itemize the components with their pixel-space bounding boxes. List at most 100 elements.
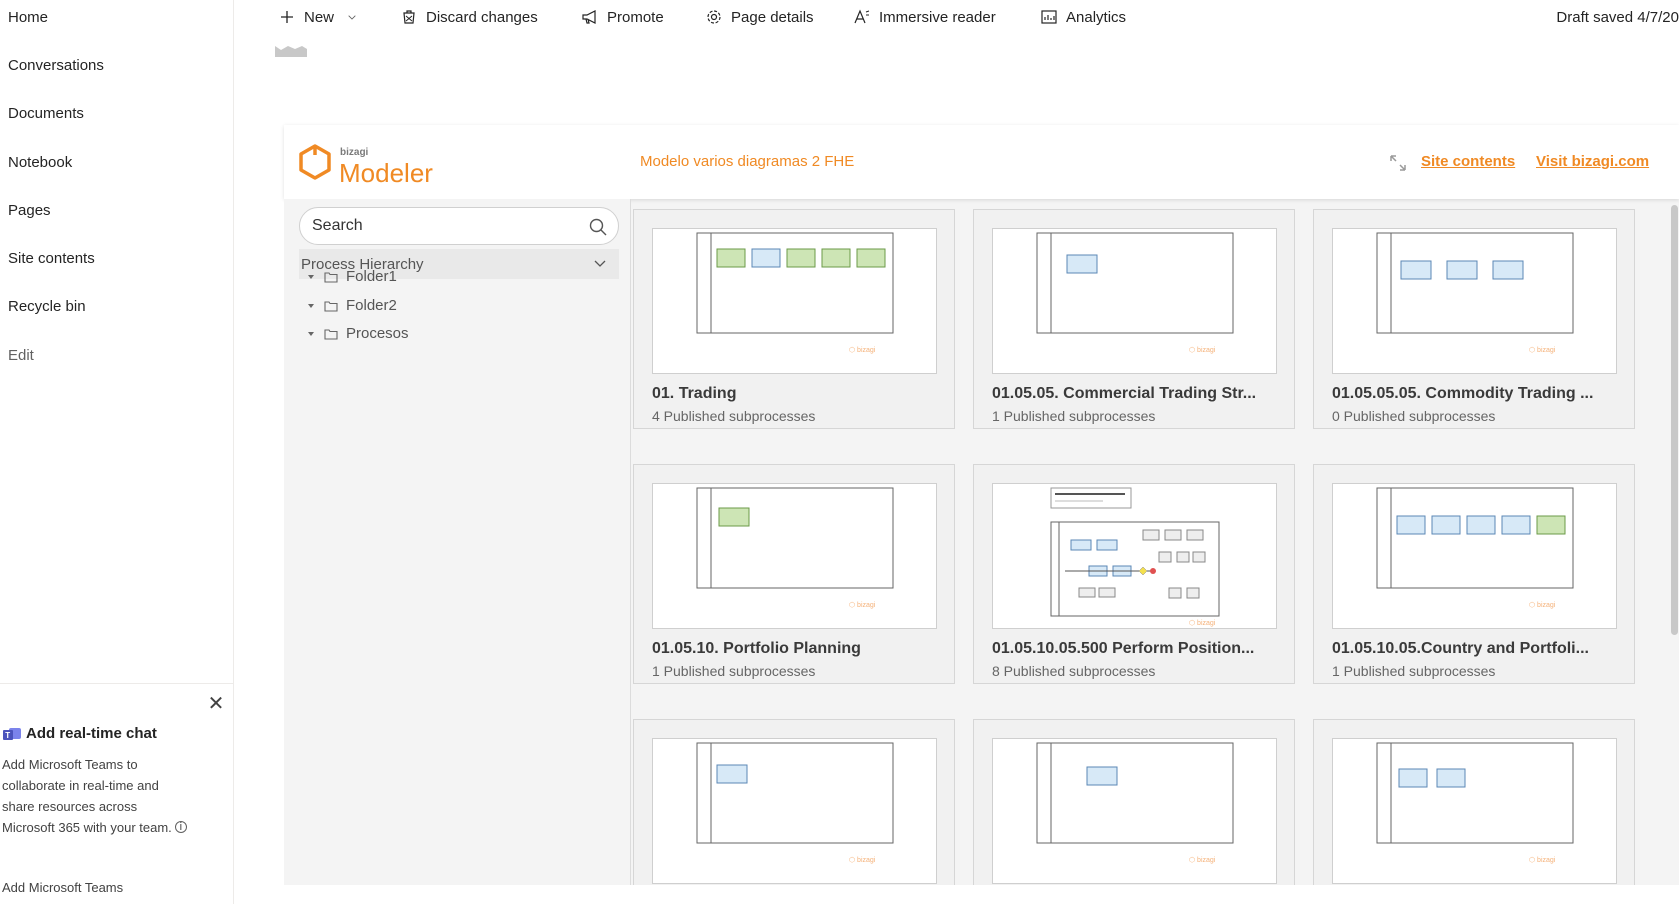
chevron-down-icon bbox=[594, 260, 606, 267]
diagram-thumbnail: ⬡ bizagi bbox=[652, 228, 937, 374]
command-bar: New Discard changes Promote Page details… bbox=[234, 0, 1679, 38]
nav-item-recycle-bin[interactable]: Recycle bin bbox=[8, 298, 86, 315]
svg-text:⬡ bizagi: ⬡ bizagi bbox=[849, 346, 876, 354]
left-navigation: Home Conversations Documents Notebook Pa… bbox=[0, 0, 234, 904]
model-title: Modelo varios diagramas 2 FHE bbox=[640, 153, 855, 170]
scrollbar-thumb[interactable] bbox=[1671, 205, 1678, 635]
card-subtitle: 1 Published subprocesses bbox=[992, 408, 1156, 424]
diagram-preview: ⬡ bizagi bbox=[696, 232, 894, 354]
teams-icon: T bbox=[2, 726, 22, 742]
page-details-button[interactable]: Page details bbox=[705, 8, 814, 26]
tree-item-procesos[interactable]: Procesos bbox=[306, 325, 409, 342]
process-card[interactable]: ⬡ bizagi bbox=[633, 719, 955, 885]
tree-item-label: Folder1 bbox=[346, 268, 397, 285]
diagram-preview: ⬡ bizagi bbox=[1376, 232, 1574, 354]
bizagi-webpart: bizagi Modeler Modelo varios diagramas 2… bbox=[284, 125, 1679, 885]
process-card[interactable]: ⬡ bizagi 01.05.05.05. Commodity Trading … bbox=[1313, 209, 1635, 429]
new-label: New bbox=[304, 8, 335, 26]
tree-item-folder1[interactable]: Folder1 bbox=[306, 268, 397, 285]
bizagi-logo-icon bbox=[299, 144, 331, 180]
diagram-thumbnail: ⬡ bizagi bbox=[652, 738, 937, 884]
process-card[interactable]: ⬡ bizagi bbox=[973, 719, 1295, 885]
caret-down-icon[interactable] bbox=[306, 329, 316, 339]
card-title: 01.05.10.05.Country and Portfoli... bbox=[1332, 640, 1589, 657]
folder-icon bbox=[324, 271, 338, 283]
promote-label: Promote bbox=[607, 8, 664, 26]
card-title: 01. Trading bbox=[652, 385, 737, 402]
promote-button[interactable]: Promote bbox=[581, 8, 664, 26]
expand-icon[interactable] bbox=[1389, 154, 1407, 172]
megaphone-icon bbox=[582, 10, 596, 24]
nav-edit-link[interactable]: Edit bbox=[8, 347, 34, 364]
diagram-thumbnail: ⬡ bizagi bbox=[1332, 483, 1617, 629]
nav-item-notebook[interactable]: Notebook bbox=[8, 154, 72, 171]
nav-item-home[interactable]: Home bbox=[8, 9, 48, 26]
new-button[interactable]: New bbox=[278, 8, 358, 26]
visit-bizagi-link[interactable]: Visit bizagi.com bbox=[1536, 153, 1649, 170]
card-title: 01.05.10. Portfolio Planning bbox=[652, 640, 861, 657]
tree-item-label: Folder2 bbox=[346, 297, 397, 314]
analytics-label: Analytics bbox=[1066, 8, 1127, 26]
tree-item-folder2[interactable]: Folder2 bbox=[306, 297, 397, 314]
diagram-thumbnail: ⬡ bizagi bbox=[992, 228, 1277, 374]
logo-product-name: Modeler bbox=[339, 158, 433, 188]
folder-icon bbox=[324, 300, 338, 312]
nav-item-conversations[interactable]: Conversations bbox=[8, 57, 104, 74]
svg-text:⬡ bizagi: ⬡ bizagi bbox=[1529, 856, 1556, 864]
diagram-thumbnail: ⬡ bizagi bbox=[1332, 738, 1617, 884]
discard-icon bbox=[403, 10, 415, 24]
logo-brand-small: bizagi bbox=[340, 147, 369, 158]
teams-description-text: Add Microsoft Teams to collaborate in re… bbox=[2, 757, 172, 835]
site-contents-link[interactable]: Site contents bbox=[1421, 153, 1515, 170]
process-card[interactable]: ⬡ bizagi bbox=[1313, 719, 1635, 885]
card-title: 01.05.05. Commercial Trading Str... bbox=[992, 385, 1257, 402]
diagram-thumbnail: ⬡ bizagi bbox=[652, 483, 937, 629]
diagram-preview: ⬡ bizagi bbox=[1050, 487, 1220, 627]
svg-text:⬡ bizagi: ⬡ bizagi bbox=[1529, 601, 1556, 609]
teams-promo-panel: ✕ T Add real-time chat Add Microsoft Tea… bbox=[0, 683, 234, 904]
card-subtitle: 1 Published subprocesses bbox=[652, 663, 816, 679]
process-card[interactable]: ⬡ bizagi 01.05.10.05.500 Perform Positio… bbox=[973, 464, 1295, 684]
analytics-button[interactable]: Analytics bbox=[1040, 8, 1126, 26]
immersive-reader-button[interactable]: Immersive reader bbox=[853, 8, 996, 26]
immersive-reader-icon bbox=[854, 9, 870, 24]
teams-title-row: T Add real-time chat bbox=[2, 725, 157, 742]
nav-item-documents[interactable]: Documents bbox=[8, 105, 84, 122]
folder-icon bbox=[324, 328, 338, 340]
plus-icon bbox=[281, 11, 293, 23]
add-teams-link[interactable]: Add Microsoft Teams bbox=[2, 880, 123, 895]
svg-text:⬡ bizagi: ⬡ bizagi bbox=[849, 601, 876, 609]
draft-status: Draft saved 4/7/20 bbox=[1556, 9, 1679, 26]
process-card[interactable]: ⬡ bizagi 01.05.10. Portfolio Planning 1 … bbox=[633, 464, 955, 684]
chevron-down-icon bbox=[348, 15, 356, 20]
bizagi-header: bizagi Modeler Modelo varios diagramas 2… bbox=[284, 125, 1679, 199]
search-box bbox=[299, 207, 619, 245]
caret-down-icon[interactable] bbox=[306, 272, 316, 282]
search-input[interactable] bbox=[312, 216, 572, 236]
search-icon[interactable] bbox=[588, 217, 608, 237]
tree-item-label: Procesos bbox=[346, 325, 409, 342]
card-subtitle: 0 Published subprocesses bbox=[1332, 408, 1496, 424]
diagram-thumbnail: ⬡ bizagi bbox=[992, 738, 1277, 884]
card-subtitle: 1 Published subprocesses bbox=[1332, 663, 1496, 679]
caret-down-icon[interactable] bbox=[306, 301, 316, 311]
diagram-preview: ⬡ bizagi bbox=[1376, 742, 1574, 864]
close-icon[interactable]: ✕ bbox=[206, 694, 226, 714]
card-subtitle: 4 Published subprocesses bbox=[652, 408, 816, 424]
process-card[interactable]: ⬡ bizagi 01.05.05. Commercial Trading St… bbox=[973, 209, 1295, 429]
svg-text:T: T bbox=[5, 731, 10, 740]
card-subtitle: 8 Published subprocesses bbox=[992, 663, 1156, 679]
analytics-icon bbox=[1041, 10, 1057, 24]
diagram-preview: ⬡ bizagi bbox=[1036, 742, 1234, 864]
process-card[interactable]: ⬡ bizagi 01. Trading 4 Published subproc… bbox=[633, 209, 955, 429]
nav-item-pages[interactable]: Pages bbox=[8, 202, 51, 219]
info-icon[interactable]: i bbox=[174, 821, 187, 833]
immersive-reader-label: Immersive reader bbox=[879, 8, 996, 26]
discard-changes-button[interactable]: Discard changes bbox=[400, 8, 538, 26]
process-card[interactable]: ⬡ bizagi 01.05.10.05.Country and Portfol… bbox=[1313, 464, 1635, 684]
svg-text:⬡ bizagi: ⬡ bizagi bbox=[1189, 619, 1216, 627]
teams-description: Add Microsoft Teams to collaborate in re… bbox=[2, 754, 192, 838]
nav-item-site-contents[interactable]: Site contents bbox=[8, 250, 95, 267]
header-avatar-icon bbox=[275, 46, 307, 57]
teams-title: Add real-time chat bbox=[26, 725, 157, 742]
